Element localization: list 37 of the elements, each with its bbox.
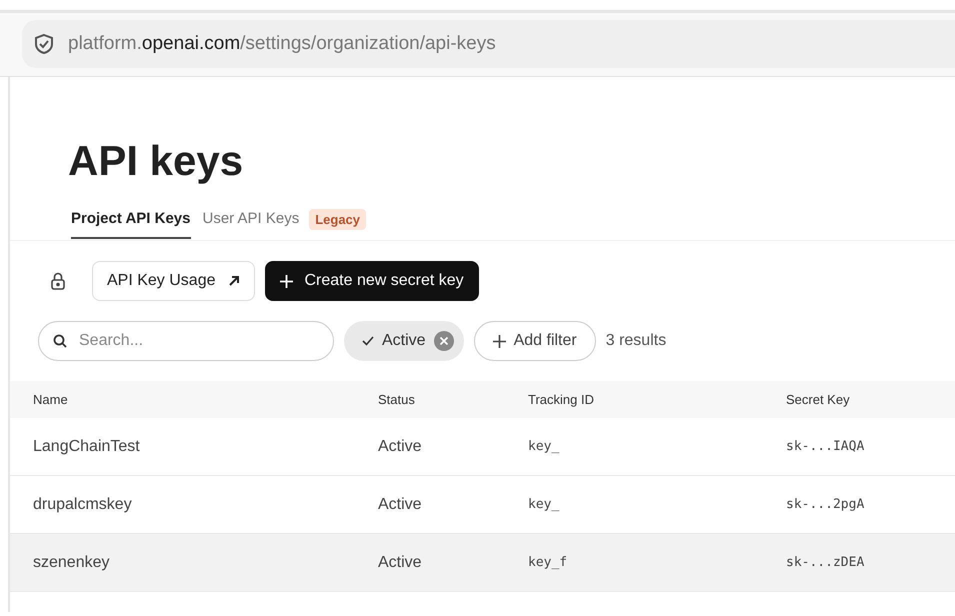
table-cell-text: Active (377, 496, 423, 514)
table-cell-text: sk-...zDEA (785, 555, 866, 570)
url-text: platform.openai.com/settings/organization/api-keys (68, 33, 496, 55)
table-cell-text: key_f (527, 555, 568, 570)
table-cell-text: Active (377, 438, 423, 456)
tab[interactable]: Project API Keys (71, 210, 190, 239)
column-header: Tracking ID (527, 392, 595, 407)
table-cell-text: Active (377, 554, 423, 572)
create-key-button[interactable]: Create new secret key (264, 261, 479, 301)
table-cell-text: szenenkey (32, 554, 110, 572)
table-cell-text: sk-...2pgA (785, 497, 866, 512)
plus-icon (492, 334, 506, 348)
tab[interactable]: User API Keys (202, 210, 300, 239)
search-icon (53, 334, 67, 348)
search-field[interactable]: Search... (38, 321, 334, 361)
lock-icon (50, 272, 66, 290)
result-count: 3 results (606, 332, 666, 350)
table-cell-text: sk-...IAQA (785, 439, 866, 454)
plus-icon (280, 274, 292, 288)
remove-icon[interactable] (434, 331, 454, 351)
column-header: Status (377, 392, 416, 407)
arrow-up-right-icon (228, 275, 240, 287)
column-header: Name (32, 392, 69, 407)
legacy-badge: Legacy (309, 209, 366, 230)
add-filter-button[interactable]: Add filter (474, 321, 596, 361)
column-header: Secret Key (785, 392, 851, 407)
table-cell-text: LangChainTest (32, 438, 141, 456)
address-bar[interactable]: platform.openai.com/settings/organization/api-keys (22, 20, 955, 68)
table-cell-text: key_ (527, 497, 560, 512)
shield-check-icon (34, 33, 54, 55)
page-title: API keys (68, 137, 244, 185)
check-icon (362, 336, 374, 346)
table-cell-text: key_ (527, 439, 560, 454)
table-row[interactable]: szenenkey Active key_f sk-...zDEA (10, 534, 955, 592)
table-cell-text: drupalcmskey (32, 496, 133, 514)
active-filter-chip[interactable]: Active (344, 321, 464, 361)
api-key-usage-button[interactable]: API Key Usage (92, 261, 254, 301)
